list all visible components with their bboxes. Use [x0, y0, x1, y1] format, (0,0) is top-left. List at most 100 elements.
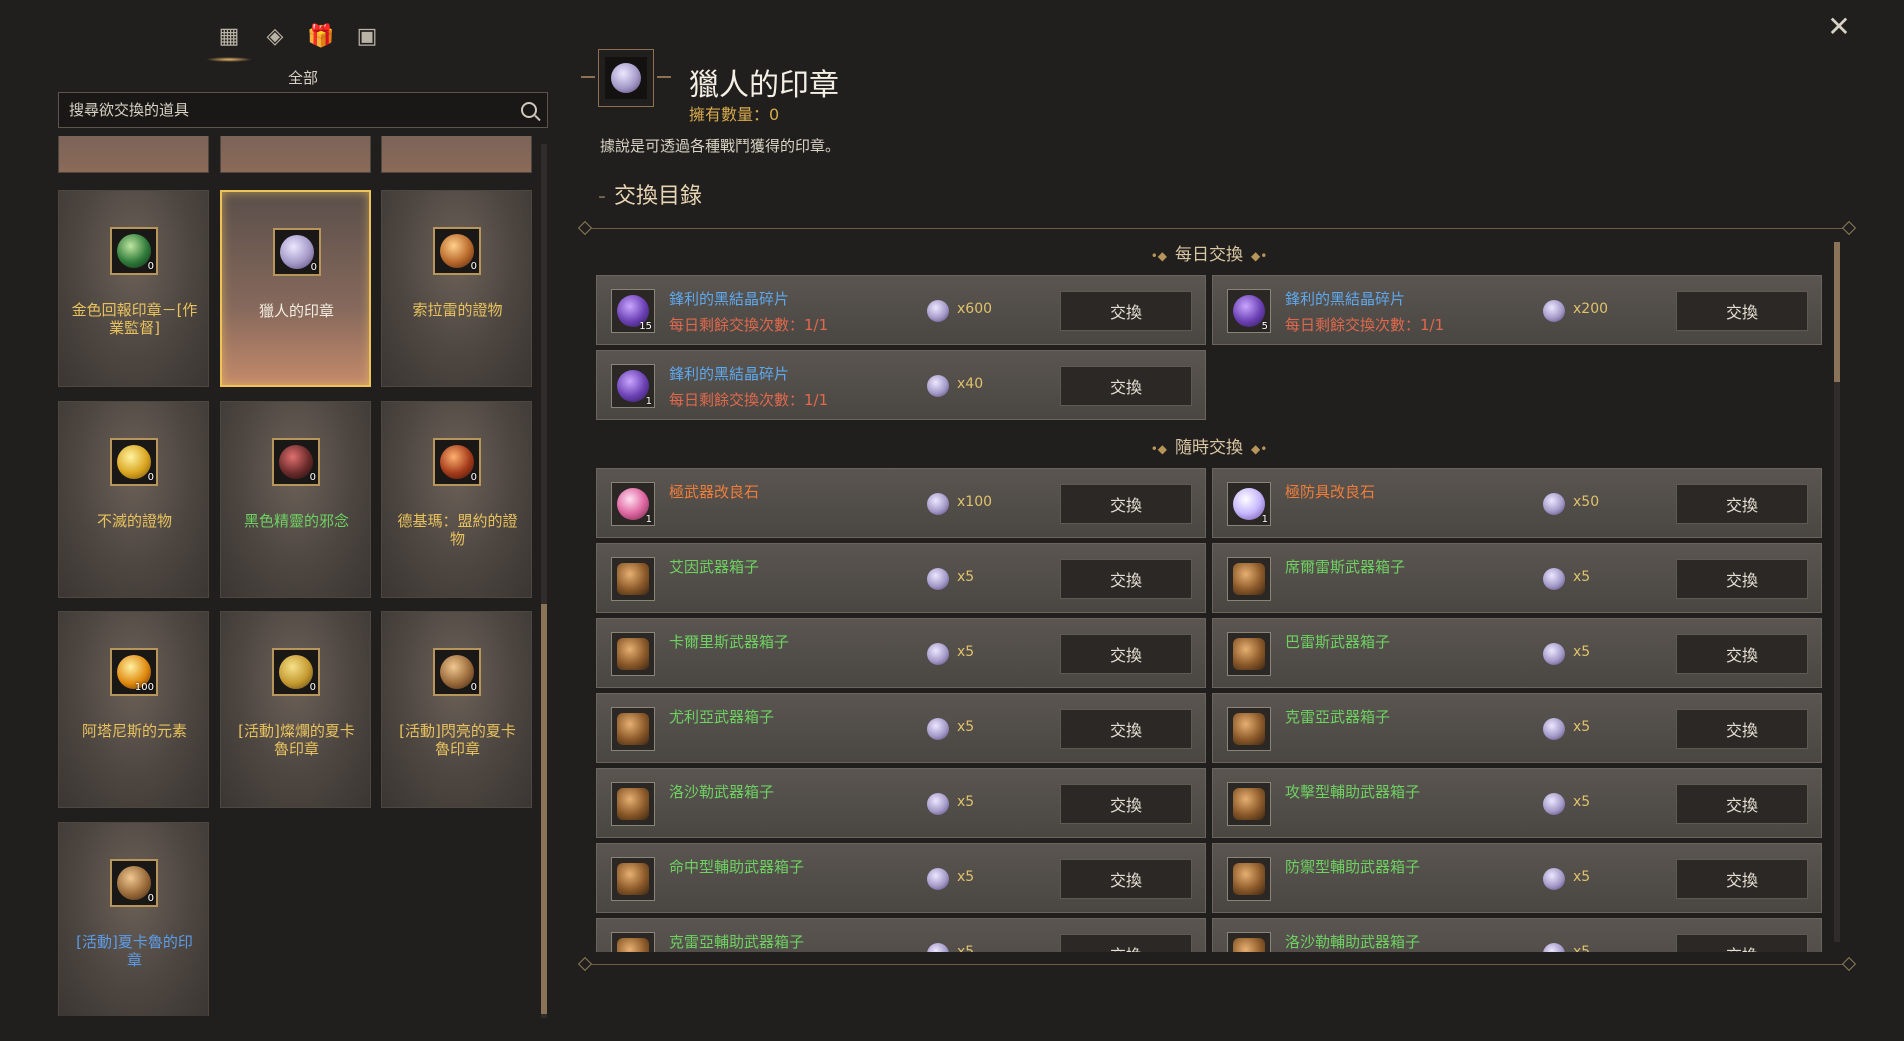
reward-count: 1	[645, 396, 652, 407]
reward-item-icon	[1227, 557, 1271, 601]
exchange-list-scrollbar[interactable]	[1834, 242, 1840, 942]
item-grid-scrollbar[interactable]	[541, 144, 547, 1018]
hunter-seal-cost-icon	[927, 793, 949, 815]
category-label: 全部	[287, 69, 318, 87]
item-icon: 0	[272, 648, 320, 696]
item-grid: 0 金色回報印章－[作業監督] 0 獵人的印章 0 索拉雷的證物 0 不滅的證物 0 黑色精靈的邪…	[58, 136, 536, 1016]
exchange-button[interactable]: 交換	[1060, 484, 1192, 524]
item-card[interactable]: 0 索拉雷的證物	[381, 190, 532, 387]
search-icon[interactable]	[521, 102, 537, 118]
chest-icon[interactable]: ▣	[352, 22, 382, 52]
detail-title: 獵人的印章	[689, 68, 839, 103]
hunter-seal-cost-icon	[927, 375, 949, 397]
gift-icon[interactable]: 🎁	[306, 22, 336, 52]
exchange-row: 巴雷斯武器箱子 x5 交換	[1212, 618, 1822, 688]
hunter-seal-cost-icon	[927, 643, 949, 665]
exchange-row: 防禦型輔助武器箱子 x5 交換	[1212, 843, 1822, 913]
item-card-partial[interactable]	[220, 136, 371, 173]
reward-name: 鋒利的黑結晶碎片	[669, 365, 790, 383]
exchange-button[interactable]: 交換	[1676, 859, 1808, 899]
item-count: 0	[470, 682, 477, 693]
exchange-button[interactable]: 交換	[1676, 634, 1808, 674]
item-count: 0	[309, 472, 316, 483]
scrollbar-thumb[interactable]	[1834, 242, 1840, 382]
item-icon: 0	[272, 438, 320, 486]
exchange-button[interactable]: 交換	[1060, 291, 1192, 331]
reward-item-icon: 1	[611, 364, 655, 408]
item-card[interactable]: 0 [活動]閃亮的夏卡魯印章	[381, 611, 532, 808]
exchange-button[interactable]: 交換	[1060, 859, 1192, 899]
reward-name: 極武器改良石	[669, 483, 760, 501]
exchange-button[interactable]: 交換	[1060, 784, 1192, 824]
exchange-button[interactable]: 交換	[1060, 634, 1192, 674]
exchange-row: 15 鋒利的黑結晶碎片 每日剩餘交換次數：1/1 x600 交換	[596, 275, 1206, 345]
exchange-button[interactable]: 交換	[1060, 366, 1192, 406]
hunter-seal-cost-icon	[1543, 868, 1565, 890]
item-name: 阿塔尼斯的元素	[81, 722, 187, 740]
cost-amount: x5	[957, 719, 975, 735]
item-card-partial[interactable]	[58, 136, 209, 173]
item-name: 德基瑪：盟約的證物	[397, 512, 518, 548]
group-header-anytime: •◆ 隨時交換 ◆•	[596, 433, 1822, 458]
cost-amount: x5	[1573, 644, 1591, 660]
item-count: 0	[470, 261, 477, 272]
group-header-daily: •◆ 每日交換 ◆•	[596, 240, 1822, 265]
divider-top	[577, 220, 1857, 236]
grid-icon[interactable]: ▦	[206, 22, 252, 62]
reward-count: 1	[645, 514, 652, 525]
hunter-seal-cost-icon	[927, 568, 949, 590]
reward-item-icon: 5	[1227, 289, 1271, 333]
reward-item-icon	[1227, 632, 1271, 676]
exchange-button[interactable]: 交換	[1060, 934, 1192, 952]
hunter-seal-cost-icon	[1543, 300, 1565, 322]
exchange-button[interactable]: 交換	[1676, 784, 1808, 824]
item-card-partial[interactable]	[381, 136, 532, 173]
item-count: 0	[147, 893, 154, 904]
item-card[interactable]: 0 [活動]燦爛的夏卡魯印章	[220, 611, 371, 808]
reward-name: 洛沙勒武器箱子	[669, 783, 775, 801]
scrollbar-thumb[interactable]	[541, 604, 547, 1014]
item-card[interactable]: 0 獵人的印章	[220, 190, 371, 387]
exchange-row: 卡爾里斯武器箱子 x5 交換	[596, 618, 1206, 688]
reward-name: 鋒利的黑結晶碎片	[1285, 290, 1406, 308]
cost-amount: x5	[957, 794, 975, 810]
reward-item-icon	[611, 932, 655, 952]
hunter-seal-cost-icon	[927, 868, 949, 890]
item-name: 不滅的證物	[96, 512, 172, 530]
hunter-seal-cost-icon	[927, 493, 949, 515]
item-icon: 0	[110, 859, 158, 907]
search-input[interactable]	[69, 101, 521, 119]
exchange-button[interactable]: 交換	[1676, 291, 1808, 331]
item-card[interactable]: 100 阿塔尼斯的元素	[58, 611, 209, 808]
hunter-seal-cost-icon	[927, 300, 949, 322]
daily-limit-text: 每日剩餘交換次數：1/1	[669, 391, 829, 409]
exchange-section-title: 交換目錄	[598, 178, 702, 210]
exchange-row: 5 鋒利的黑結晶碎片 每日剩餘交換次數：1/1 x200 交換	[1212, 275, 1822, 345]
item-count: 0	[470, 472, 477, 483]
hunter-seal-cost-icon	[1543, 493, 1565, 515]
exchange-button[interactable]: 交換	[1060, 709, 1192, 749]
item-card[interactable]: 0 [活動]夏卡魯的印章	[58, 822, 209, 1016]
reward-name: 命中型輔助武器箱子	[669, 858, 805, 876]
exchange-row: 命中型輔助武器箱子 x5 交換	[596, 843, 1206, 913]
exchange-button[interactable]: 交換	[1060, 559, 1192, 599]
item-card[interactable]: 0 金色回報印章－[作業監督]	[58, 190, 209, 387]
reward-item-icon	[611, 707, 655, 751]
item-name: 獵人的印章	[258, 302, 334, 320]
exchange-button[interactable]: 交換	[1676, 559, 1808, 599]
location-tag-icon[interactable]: ◈	[260, 22, 290, 52]
cost-amount: x50	[1573, 494, 1600, 510]
exchange-button[interactable]: 交換	[1676, 934, 1808, 952]
exchange-button[interactable]: 交換	[1676, 709, 1808, 749]
item-card[interactable]: 0 不滅的證物	[58, 401, 209, 598]
item-card[interactable]: 0 德基瑪：盟約的證物	[381, 401, 532, 598]
cost-amount: x5	[1573, 869, 1591, 885]
close-icon[interactable]: ✕	[1826, 13, 1852, 41]
hunter-seal-icon	[605, 57, 647, 99]
exchange-button[interactable]: 交換	[1676, 484, 1808, 524]
reward-name: 卡爾里斯武器箱子	[669, 633, 790, 651]
ornament-right-icon: ◆•	[1251, 249, 1268, 263]
item-icon: 100	[110, 648, 158, 696]
item-card[interactable]: 0 黑色精靈的邪念	[220, 401, 371, 598]
reward-item-icon: 1	[611, 482, 655, 526]
